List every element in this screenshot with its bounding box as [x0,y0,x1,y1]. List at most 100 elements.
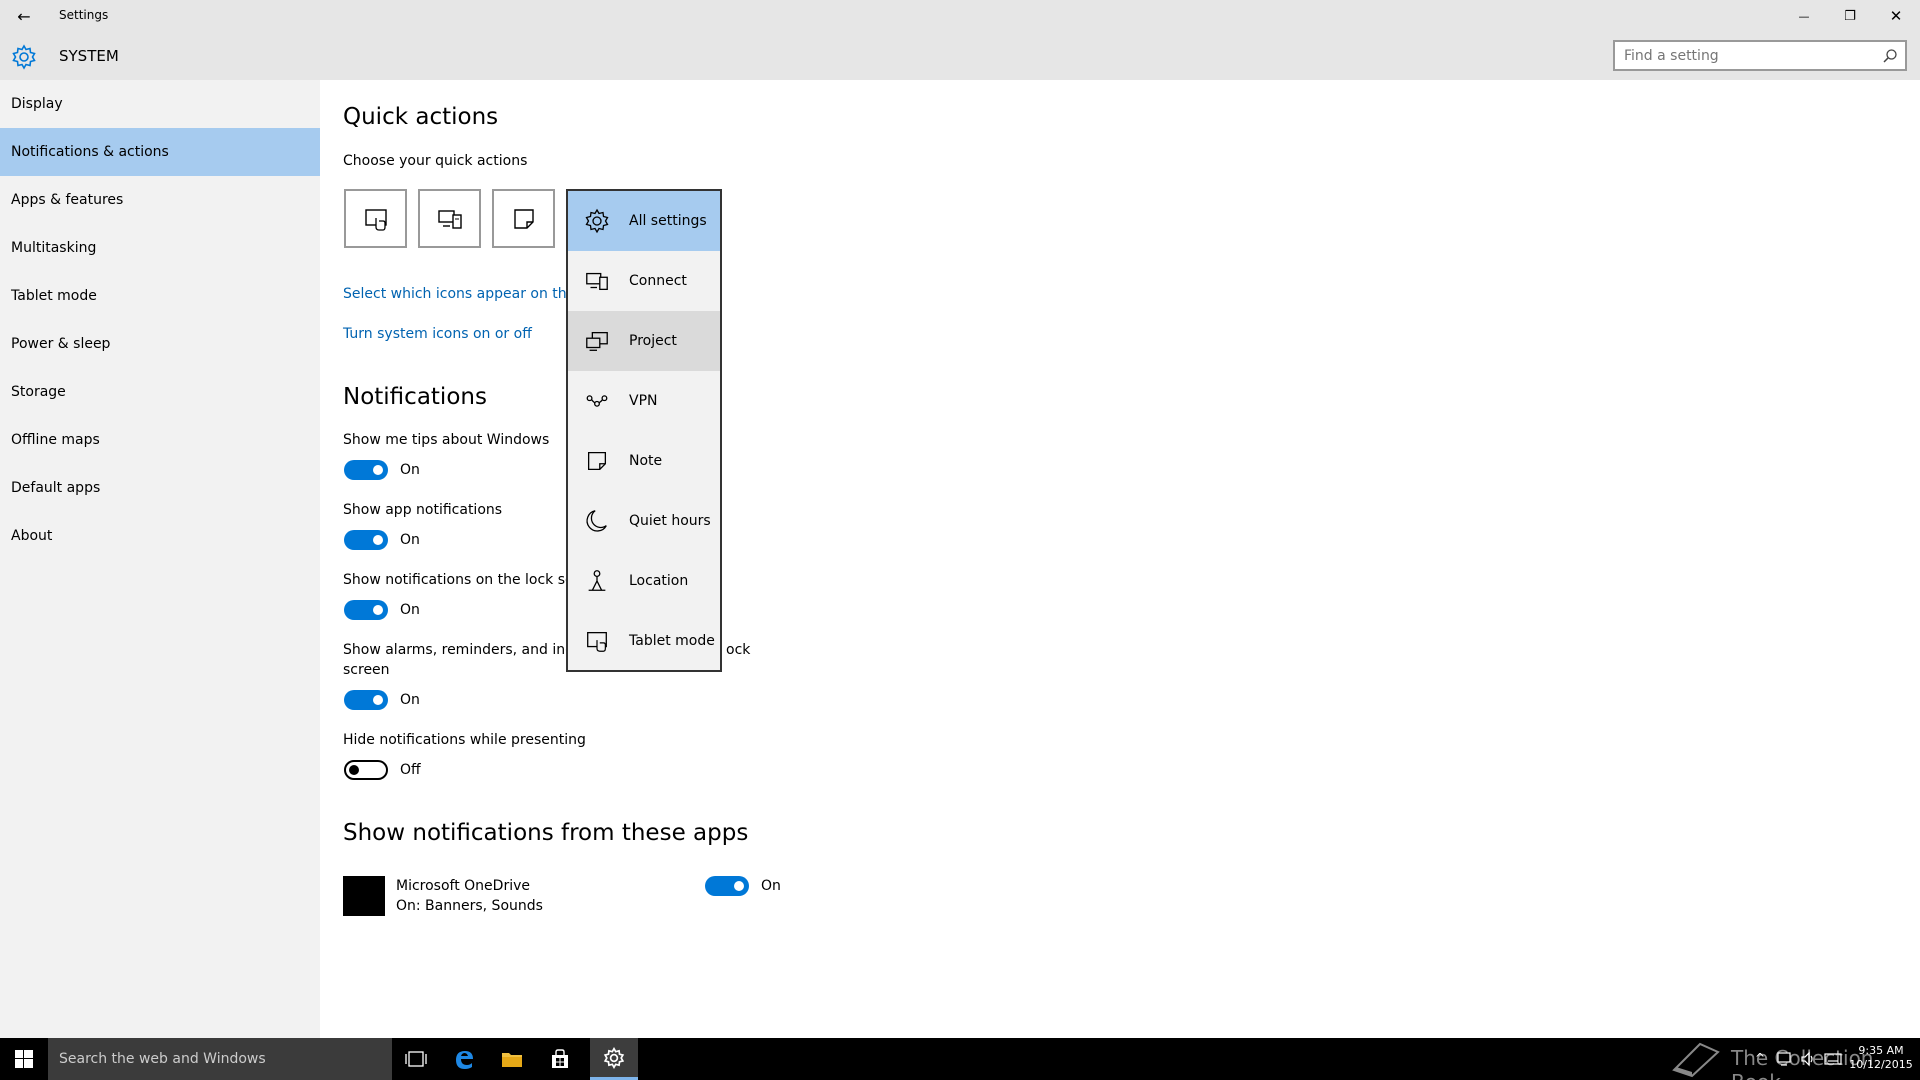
sidebar-item-notifications-actions[interactable]: Notifications & actions [0,128,320,176]
clock[interactable]: 9:35 AM 10/12/2015 [1846,1044,1916,1072]
taskbar-search[interactable]: Search the web and Windows [48,1038,392,1080]
task-view-button[interactable] [392,1038,440,1080]
sidebar-item-storage[interactable]: Storage [0,368,320,416]
windows-logo-icon [15,1050,33,1068]
toggle-knob [373,465,383,475]
toggle-lock-screen[interactable] [344,600,388,620]
toggle-app-notifications[interactable] [344,530,388,550]
toggle-state-lock-screen: On [400,602,420,618]
book-watermark-icon [1672,1042,1720,1078]
sidebar-item-power-sleep[interactable]: Power & sleep [0,320,320,368]
flyout-item-vpn[interactable]: VPN [568,371,720,431]
setting-label-alarms-line2: screen [343,662,390,678]
sidebar-item-about[interactable]: About [0,512,320,560]
search-input[interactable] [1615,42,1905,69]
toggle-knob [373,605,383,615]
volume-icon[interactable] [1800,1051,1816,1067]
sidebar-item-offline-maps[interactable]: Offline maps [0,416,320,464]
setting-label-alarms: Show alarms, reminders, and inco [343,642,582,658]
restore-icon: ❐ [1844,8,1856,24]
toggle-knob [349,765,359,775]
flyout-item-location[interactable]: Location [568,551,720,611]
file-explorer-button[interactable] [488,1038,536,1080]
toggle-onedrive[interactable] [705,876,749,896]
back-arrow-icon: ← [17,6,31,26]
setting-label-tips: Show me tips about Windows [343,432,550,448]
tray-chevron-icon[interactable]: ^ [1755,1051,1765,1065]
location-icon [588,570,606,591]
sidebar: Display Notifications & actions Apps & f… [0,80,320,1038]
flyout-item-label: Project [629,333,677,349]
close-icon: ✕ [1889,7,1903,25]
flyout-item-project[interactable]: Project [568,311,720,371]
keyboard-icon[interactable] [1824,1051,1842,1067]
folder-icon [502,1053,522,1067]
toggle-state-presenting: Off [400,762,421,778]
flyout-item-label: VPN [629,393,658,409]
flyout-item-connect[interactable]: Connect [568,251,720,311]
setting-label-alarms-tail: ock [726,642,751,658]
maximize-button[interactable]: ❐ [1827,0,1873,32]
quick-actions-subheading: Choose your quick actions [343,153,528,169]
setting-label-app-notifications: Show app notifications [343,502,503,518]
toggle-alarms[interactable] [344,690,388,710]
flyout-item-all-settings[interactable]: All settings [568,191,720,251]
sidebar-item-tablet-mode[interactable]: Tablet mode [0,272,320,320]
title-bar: ← Settings — ❐ ✕ [0,0,1920,32]
note-icon [587,451,607,471]
gear-icon [603,1046,625,1069]
toggle-tips[interactable] [344,460,388,480]
edge-button[interactable] [440,1038,488,1080]
quick-action-tile-1[interactable] [344,189,407,248]
start-button[interactable] [0,1038,48,1080]
setting-label-presenting: Hide notifications while presenting [343,732,586,748]
toggle-presenting[interactable] [344,760,388,780]
sidebar-item-display[interactable]: Display [0,80,320,128]
toggle-knob [373,695,383,705]
toggle-knob [373,535,383,545]
clock-time: 9:35 AM [1858,1044,1904,1057]
sidebar-item-multitasking[interactable]: Multitasking [0,224,320,272]
vpn-icon [586,395,608,407]
tablet-mode-icon [364,208,387,231]
flyout-item-label: Tablet mode [629,633,715,649]
store-bag-icon [552,1049,568,1068]
minimize-button[interactable]: — [1781,0,1827,32]
edge-browser-icon [456,1051,473,1069]
task-view-icon [405,1051,427,1067]
back-button[interactable]: ← [12,4,36,28]
network-icon[interactable] [1776,1051,1792,1067]
project-icon [586,331,608,351]
flyout-item-note[interactable]: Note [568,431,720,491]
minimize-icon: — [1798,9,1810,23]
sidebar-item-default-apps[interactable]: Default apps [0,464,320,512]
app-name: Microsoft OneDrive [396,878,530,894]
note-icon [513,208,534,229]
select-icons-link[interactable]: Select which icons appear on the [343,286,575,302]
store-button[interactable] [536,1038,584,1080]
flyout-item-label: All settings [629,213,707,229]
settings-taskbar-button[interactable] [590,1038,638,1080]
quick-actions-heading: Quick actions [343,104,499,130]
taskbar: Search the web and Windows The Collectio… [0,1038,1920,1080]
system-icons-link[interactable]: Turn system icons on or off [343,326,532,342]
gear-icon [585,208,609,234]
toggle-state-tips: On [400,462,420,478]
clock-date: 10/12/2015 [1849,1058,1913,1071]
quick-action-tile-2[interactable] [418,189,481,248]
close-button[interactable]: ✕ [1873,0,1919,32]
flyout-item-tablet-mode[interactable]: Tablet mode [568,611,720,671]
connect-icon [437,209,462,229]
search-icon[interactable] [1882,48,1898,64]
flyout-item-quiet-hours[interactable]: Quiet hours [568,491,720,551]
flyout-item-label: Connect [629,273,687,289]
app-detail: On: Banners, Sounds [396,898,543,914]
flyout-item-label: Quiet hours [629,513,711,529]
quick-action-tile-3[interactable] [492,189,555,248]
flyout-item-label: Note [629,453,663,469]
find-setting-search[interactable] [1613,40,1907,71]
sidebar-item-apps-features[interactable]: Apps & features [0,176,320,224]
flyout-item-label: Location [629,573,689,589]
notifications-heading: Notifications [343,384,487,410]
toggle-state-onedrive: On [761,878,781,894]
